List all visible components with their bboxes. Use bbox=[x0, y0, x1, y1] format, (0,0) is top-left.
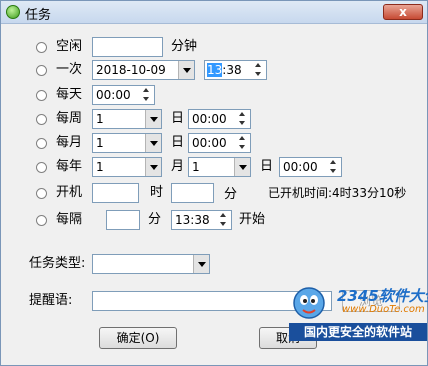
ok-button[interactable]: 确定(O) bbox=[99, 327, 177, 349]
spin-down-icon[interactable] bbox=[139, 95, 154, 104]
spin-up-icon[interactable] bbox=[139, 86, 154, 95]
startup-minutes-input[interactable] bbox=[171, 183, 214, 203]
task-dialog: 任务 x 空闲 分钟 一次 2018-10-09 13:38 每天 00:00 … bbox=[0, 0, 428, 366]
monthly-day-select[interactable]: 1 bbox=[92, 133, 162, 153]
yearly-day-value: 1 bbox=[192, 160, 200, 174]
weekly-time-input[interactable]: 00:00 bbox=[188, 109, 251, 129]
label-idle: 空闲 bbox=[56, 39, 83, 54]
interval-start-label: 开始 bbox=[239, 212, 266, 227]
watermark-brand: 2345软件大全 bbox=[337, 287, 428, 305]
uptime-label: 已开机时间:4时33分10秒 bbox=[268, 186, 407, 200]
weekly-time-spinner[interactable] bbox=[235, 110, 250, 128]
label-startup: 开机 bbox=[56, 185, 83, 200]
interval-start-time-value: 13:38 bbox=[175, 213, 210, 227]
close-button[interactable]: x bbox=[383, 4, 423, 20]
daily-time-value: 00:00 bbox=[96, 88, 131, 102]
radio-idle[interactable] bbox=[36, 42, 47, 53]
monthly-day-value: 1 bbox=[96, 136, 104, 150]
yearly-time-input[interactable]: 00:00 bbox=[279, 157, 342, 177]
yearly-month-value: 1 bbox=[96, 160, 104, 174]
radio-weekly[interactable] bbox=[36, 114, 47, 125]
yearly-day-select[interactable]: 1 bbox=[188, 157, 251, 177]
weekly-day-unit: 日 bbox=[171, 111, 185, 126]
weekly-day-select[interactable]: 1 bbox=[92, 109, 162, 129]
once-time-hour: 13 bbox=[207, 63, 223, 77]
task-type-label: 任务类型: bbox=[29, 256, 86, 271]
window-title: 任务 bbox=[25, 8, 52, 23]
once-time-spinner[interactable] bbox=[251, 61, 266, 79]
spin-up-icon[interactable] bbox=[235, 134, 250, 143]
radio-monthly[interactable] bbox=[36, 138, 47, 149]
startup-hours-unit: 时 bbox=[150, 185, 164, 200]
watermark-url: www.DuoTe.com bbox=[342, 304, 425, 315]
monthly-time-spinner[interactable] bbox=[235, 134, 250, 152]
chevron-down-icon[interactable] bbox=[178, 61, 194, 79]
once-date-value: 2018-10-09 bbox=[96, 63, 166, 77]
label-once: 一次 bbox=[56, 62, 83, 77]
spin-up-icon[interactable] bbox=[216, 211, 231, 220]
label-interval: 每隔 bbox=[56, 212, 83, 227]
spin-down-icon[interactable] bbox=[216, 220, 231, 229]
once-time-input[interactable]: 13:38 bbox=[204, 60, 267, 80]
interval-minutes-unit: 分 bbox=[148, 212, 162, 227]
interval-time-spinner[interactable] bbox=[216, 211, 231, 229]
spin-up-icon[interactable] bbox=[235, 110, 250, 119]
app-icon bbox=[6, 5, 20, 19]
spin-up-icon[interactable] bbox=[326, 158, 341, 167]
watermark-slogan: 国内更安全的软件站 bbox=[289, 323, 427, 341]
yearly-month-unit: 月 bbox=[171, 159, 185, 174]
daily-time-input[interactable]: 00:00 bbox=[92, 85, 155, 105]
label-yearly: 每年 bbox=[56, 159, 83, 174]
monthly-time-input[interactable]: 00:00 bbox=[188, 133, 251, 153]
interval-start-time-input[interactable]: 13:38 bbox=[171, 210, 232, 230]
yearly-time-value: 00:00 bbox=[283, 160, 318, 174]
spin-down-icon[interactable] bbox=[235, 119, 250, 128]
weekly-time-value: 00:00 bbox=[192, 112, 227, 126]
idle-unit-label: 分钟 bbox=[171, 39, 198, 54]
once-time-rest: :38 bbox=[222, 63, 242, 77]
watermark-mascot-icon bbox=[293, 287, 325, 319]
chevron-down-icon[interactable] bbox=[145, 158, 161, 176]
monthly-day-unit: 日 bbox=[171, 135, 185, 150]
yearly-day-unit: 日 bbox=[260, 159, 274, 174]
reminder-label: 提醒语: bbox=[29, 293, 73, 308]
spin-down-icon[interactable] bbox=[251, 70, 266, 79]
spin-down-icon[interactable] bbox=[326, 167, 341, 176]
spin-down-icon[interactable] bbox=[235, 143, 250, 152]
chevron-down-icon[interactable] bbox=[145, 110, 161, 128]
radio-once[interactable] bbox=[36, 65, 47, 76]
startup-minutes-unit: 分 bbox=[224, 187, 238, 202]
radio-yearly[interactable] bbox=[36, 162, 47, 173]
startup-hours-input[interactable] bbox=[92, 183, 139, 203]
label-weekly: 每周 bbox=[56, 111, 83, 126]
idle-minutes-input[interactable] bbox=[92, 37, 163, 57]
label-daily: 每天 bbox=[56, 87, 83, 102]
radio-daily[interactable] bbox=[36, 90, 47, 101]
weekly-day-value: 1 bbox=[96, 112, 104, 126]
yearly-month-select[interactable]: 1 bbox=[92, 157, 162, 177]
chevron-down-icon[interactable] bbox=[193, 255, 209, 273]
label-monthly: 每月 bbox=[56, 135, 83, 150]
task-type-select[interactable] bbox=[92, 254, 210, 274]
title-bar[interactable]: 任务 x bbox=[1, 1, 427, 24]
interval-minutes-input[interactable] bbox=[106, 210, 140, 230]
once-date-picker[interactable]: 2018-10-09 bbox=[92, 60, 195, 80]
spin-up-icon[interactable] bbox=[251, 61, 266, 70]
monthly-time-value: 00:00 bbox=[192, 136, 227, 150]
radio-startup[interactable] bbox=[36, 188, 47, 199]
radio-interval[interactable] bbox=[36, 215, 47, 226]
daily-time-spinner[interactable] bbox=[139, 86, 154, 104]
chevron-down-icon[interactable] bbox=[145, 134, 161, 152]
yearly-time-spinner[interactable] bbox=[326, 158, 341, 176]
chevron-down-icon[interactable] bbox=[234, 158, 250, 176]
